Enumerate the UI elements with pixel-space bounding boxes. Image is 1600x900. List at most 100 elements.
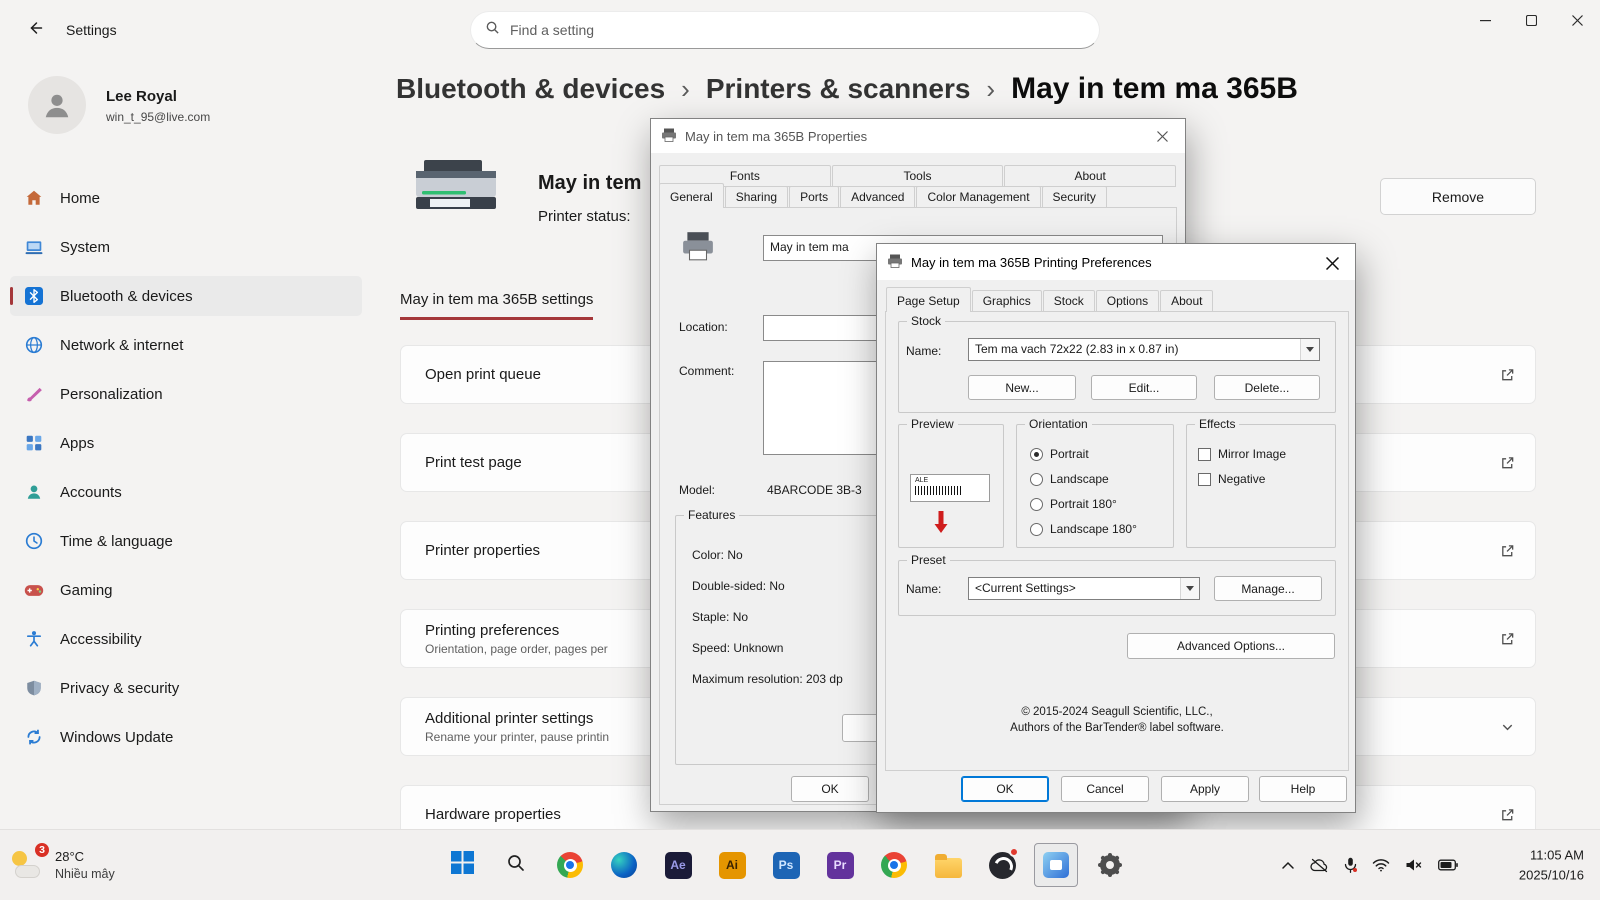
tab-advanced[interactable]: Advanced [840,186,915,208]
cloud-offline-icon[interactable] [1310,858,1329,873]
sidebar-item-accessibility[interactable]: Accessibility [10,619,362,659]
sidebar-item-bluetooth-devices[interactable]: Bluetooth & devices [10,276,362,316]
tab-row: Page Setup Graphics Stock Options About [886,290,1214,312]
chrome-app[interactable] [872,843,916,887]
sidebar-item-privacy-security[interactable]: Privacy & security [10,668,362,708]
tab-tools[interactable]: Tools [832,165,1004,187]
tab-general[interactable]: General [659,183,724,208]
weather-widget[interactable]: 3 28°C Nhiều mây [10,848,115,882]
chrome-profile-app[interactable] [548,843,592,887]
breadcrumb: Bluetooth & devices › Printers & scanner… [396,72,1298,106]
dropdown-arrow-icon[interactable] [1180,578,1199,599]
radio-portrait[interactable]: Portrait [1030,447,1137,461]
gaming-icon [24,580,44,600]
apply-button[interactable]: Apply [1161,776,1249,802]
illustrator-app[interactable]: Ai [710,843,754,887]
radio-portrait-180[interactable]: Portrait 180° [1030,497,1137,511]
ok-button[interactable]: OK [791,776,869,802]
radio-landscape[interactable]: Landscape [1030,472,1137,486]
search-box[interactable] [470,11,1100,49]
preset-dropdown[interactable]: <Current Settings> [968,577,1200,600]
breadcrumb-bluetooth-devices[interactable]: Bluetooth & devices [396,73,665,105]
radio-landscape-180[interactable]: Landscape 180° [1030,522,1137,536]
radio-icon[interactable] [1030,498,1043,511]
microphone-icon[interactable] [1344,857,1357,873]
tab-security[interactable]: Security [1042,186,1107,208]
checkbox-icon[interactable] [1198,448,1211,461]
advanced-options-button[interactable]: Advanced Options... [1127,633,1335,659]
start-button[interactable] [440,843,484,887]
sidebar-item-personalization[interactable]: Personalization [10,374,362,414]
feature-speed: Speed: Unknown [692,633,843,664]
search-input[interactable] [510,22,1085,38]
sidebar-item-time-language[interactable]: Time & language [10,521,362,561]
close-icon[interactable] [1145,123,1179,149]
sidebar-item-windows-update[interactable]: Windows Update [10,717,362,757]
checkbox-mirror-image[interactable]: Mirror Image [1198,447,1286,461]
tab-page-setup[interactable]: Page Setup [886,287,971,312]
photos-app-active[interactable] [1034,843,1078,887]
manage-button[interactable]: Manage... [1214,576,1322,601]
cancel-button[interactable]: Cancel [1061,776,1149,802]
privacy-icon [24,678,44,698]
taskbar-clock[interactable]: 11:05 AM 2025/10/16 [1519,846,1584,885]
tab-color-management[interactable]: Color Management [916,186,1040,208]
new-button[interactable]: New... [968,375,1076,400]
tab-sharing[interactable]: Sharing [725,186,788,208]
radio-icon[interactable] [1030,448,1043,461]
dialog-titlebar[interactable]: May in tem ma 365B Properties [651,119,1185,153]
stock-name-label: Name: [906,344,941,358]
after-effects-app[interactable]: Ae [656,843,700,887]
tab-ports[interactable]: Ports [789,186,839,208]
radio-icon[interactable] [1030,473,1043,486]
help-button[interactable]: Help [1259,776,1347,802]
file-explorer-app[interactable] [926,843,970,887]
sidebar-item-home[interactable]: Home [10,178,362,218]
hidden-icons-chevron-icon[interactable] [1281,861,1295,870]
avatar[interactable] [28,76,86,134]
minimize-button[interactable] [1462,0,1508,40]
tab-row-secondary: Fonts Tools About [659,165,1177,187]
dropdown-arrow-icon[interactable] [1300,339,1319,360]
remove-printer-button[interactable]: Remove [1380,178,1536,215]
taskbar-search-button[interactable] [494,843,538,887]
breadcrumb-printers-scanners[interactable]: Printers & scanners [706,73,971,105]
volume-muted-icon[interactable] [1405,858,1423,872]
close-button[interactable] [1554,0,1600,40]
tab-stock[interactable]: Stock [1043,290,1095,312]
delete-button[interactable]: Delete... [1214,375,1320,400]
dialog-titlebar[interactable]: May in tem ma 365B Printing Preferences [877,244,1355,280]
search-icon [506,853,526,878]
model-value: 4BARCODE 3B-3 [767,483,862,497]
obs-app[interactable] [980,843,1024,887]
sidebar-item-system[interactable]: System [10,227,362,267]
close-icon[interactable] [1315,250,1349,276]
photoshop-app[interactable]: Ps [764,843,808,887]
checkbox-negative[interactable]: Negative [1198,472,1286,486]
sidebar-item-apps[interactable]: Apps [10,423,362,463]
wifi-icon[interactable] [1372,858,1390,872]
settings-app[interactable] [1088,843,1132,887]
edit-button[interactable]: Edit... [1091,375,1197,400]
sidebar-item-accounts[interactable]: Accounts [10,472,362,512]
tab-about[interactable]: About [1160,290,1213,312]
radio-icon[interactable] [1030,523,1043,536]
back-button[interactable] [18,15,52,45]
sidebar-item-gaming[interactable]: Gaming [10,570,362,610]
edge-app[interactable] [602,843,646,887]
battery-icon[interactable] [1438,859,1458,871]
chevron-down-icon[interactable] [1500,719,1515,734]
sidebar-item-network-internet[interactable]: Network & internet [10,325,362,365]
maximize-button[interactable] [1508,0,1554,40]
checkbox-icon[interactable] [1198,473,1211,486]
sidebar-item-label: Bluetooth & devices [60,288,193,305]
tab-about[interactable]: About [1004,165,1176,187]
tab-graphics[interactable]: Graphics [972,290,1042,312]
stock-name-dropdown[interactable]: Tem ma vach 72x22 (2.83 in x 0.87 in) [968,338,1320,361]
tab-options[interactable]: Options [1096,290,1159,312]
ok-button[interactable]: OK [961,776,1049,802]
partially-hidden-button[interactable] [842,714,880,742]
weather-condition: Nhiều mây [55,867,115,881]
premiere-app[interactable]: Pr [818,843,862,887]
printing-preferences-dialog: May in tem ma 365B Printing Preferences … [876,243,1356,813]
